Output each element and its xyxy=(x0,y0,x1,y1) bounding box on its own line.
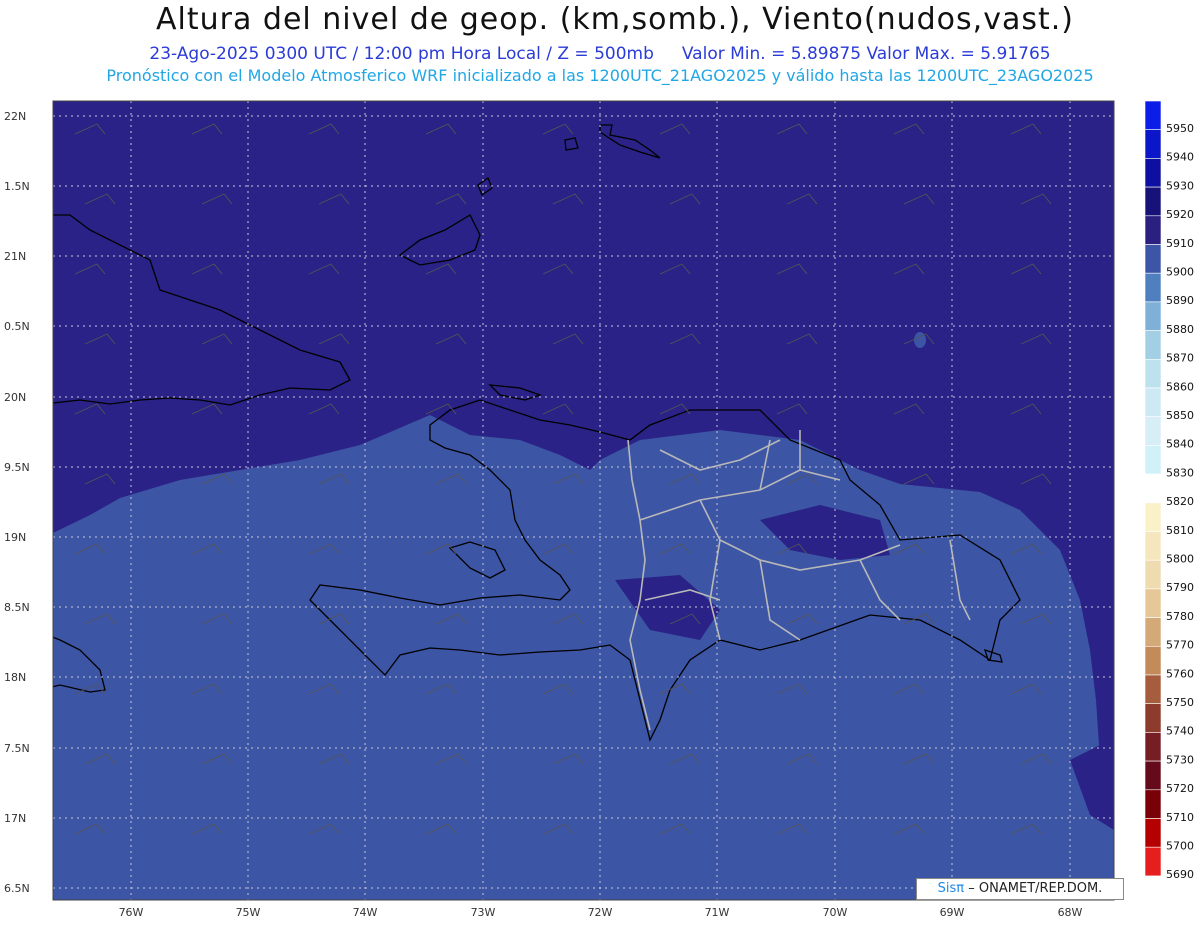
colorbar-swatch xyxy=(1144,760,1162,791)
colorbar-swatch xyxy=(1144,645,1162,676)
lat-label: 22N xyxy=(4,110,26,123)
colorbar-swatch xyxy=(1144,703,1162,733)
colorbar-label: 5750 xyxy=(1166,696,1194,709)
colorbar-swatch xyxy=(1144,473,1162,504)
lat-label: 20N xyxy=(4,391,26,404)
lat-label: 1.5N xyxy=(4,180,30,193)
colorbar-swatch xyxy=(1144,818,1162,848)
colorbar-label: 5800 xyxy=(1166,553,1194,566)
model-line: Pronóstico con el Modelo Atmosferico WRF… xyxy=(106,66,1094,85)
lon-axis: 76W 75W 74W 73W 72W 71W 70W 69W 68W xyxy=(119,906,1083,919)
colorbar-label: 5780 xyxy=(1166,610,1194,623)
colorbar-label: 5710 xyxy=(1166,811,1194,824)
colorbar-swatch xyxy=(1144,531,1162,561)
colorbar-label: 5900 xyxy=(1166,266,1194,279)
lon-label: 68W xyxy=(1058,906,1083,919)
colorbar-swatch xyxy=(1144,416,1162,446)
colorbar-label: 5830 xyxy=(1166,466,1194,479)
colorbar-swatch xyxy=(1144,330,1162,360)
min-max-text: Valor Min. = 5.89875 Valor Max. = 5.9176… xyxy=(681,44,1051,64)
lon-label: 73W xyxy=(471,906,496,919)
colorbar-swatch xyxy=(1144,272,1162,303)
colorbar-label: 5840 xyxy=(1166,438,1194,451)
date-text: 23-Ago-2025 0300 UTC / 12:00 pm Hora Loc… xyxy=(149,44,654,64)
colorbar-swatch xyxy=(1144,358,1162,389)
date-line: 23-Ago-2025 0300 UTC / 12:00 pm Hora Loc… xyxy=(0,44,1200,64)
colorbar-swatch xyxy=(1144,674,1162,705)
lat-label: 6.5N xyxy=(4,882,30,895)
colorbar-label: 5730 xyxy=(1166,753,1194,766)
colorbar-swatch xyxy=(1144,617,1162,647)
lat-label: 17N xyxy=(4,812,26,825)
colorbar-label: 5790 xyxy=(1166,581,1194,594)
colorbar-swatch xyxy=(1144,502,1162,532)
colorbar-label: 5740 xyxy=(1166,725,1194,738)
lat-label: 21N xyxy=(4,250,26,263)
lat-label: 0.5N xyxy=(4,320,30,333)
map-title: Altura del nivel de geop. (km,somb.), Vi… xyxy=(156,2,1074,37)
colorbar-label: 5810 xyxy=(1166,524,1194,537)
colorbar-swatch xyxy=(1144,846,1162,877)
colorbar-label: 5880 xyxy=(1166,323,1194,336)
lon-label: 69W xyxy=(940,906,965,919)
colorbar-label: 5910 xyxy=(1166,237,1194,250)
lon-label: 72W xyxy=(588,906,613,919)
geopotential-field xyxy=(53,101,1114,900)
colorbar-label: 5700 xyxy=(1166,840,1194,853)
colorbar-swatch xyxy=(1144,129,1162,159)
lon-label: 71W xyxy=(705,906,730,919)
colorbar: 5950 5940 5930 5920 5910 5900 5890 5880 5870 5860… xyxy=(1144,100,1194,881)
colorbar-label: 5950 xyxy=(1166,122,1194,135)
credit-text: – ONAMET/REP.DOM. xyxy=(968,881,1103,896)
colorbar-label: 5870 xyxy=(1166,352,1194,365)
colorbar-label: 5820 xyxy=(1166,495,1194,508)
colorbar-label: 5690 xyxy=(1166,868,1194,881)
lat-label: 18N xyxy=(4,671,26,684)
colorbar-label: 5890 xyxy=(1166,294,1194,307)
colorbar-label: 5860 xyxy=(1166,380,1194,393)
lat-label: 8.5N xyxy=(4,601,30,614)
lon-label: 70W xyxy=(823,906,848,919)
lon-label: 76W xyxy=(119,906,144,919)
colorbar-swatch xyxy=(1144,244,1162,274)
colorbar-label: 5930 xyxy=(1166,179,1194,192)
brand-logo: Sisπ xyxy=(937,881,965,896)
credit-box: Sisπ – ONAMET/REP.DOM. xyxy=(916,878,1124,900)
colorbar-swatch xyxy=(1144,387,1162,418)
colorbar-swatch xyxy=(1144,789,1162,819)
colorbar-label: 5760 xyxy=(1166,667,1194,680)
colorbar-swatch xyxy=(1144,559,1162,590)
colorbar-label: 5770 xyxy=(1166,639,1194,652)
colorbar-label: 5850 xyxy=(1166,409,1194,422)
colorbar-swatch xyxy=(1144,301,1162,331)
colorbar-swatch xyxy=(1144,215,1162,245)
colorbar-label: 5920 xyxy=(1166,208,1194,221)
lat-label: 7.5N xyxy=(4,742,30,755)
colorbar-swatch xyxy=(1144,100,1162,131)
lat-label: 19N xyxy=(4,531,26,544)
colorbar-swatch xyxy=(1144,186,1162,217)
lon-label: 75W xyxy=(236,906,261,919)
colorbar-swatch xyxy=(1144,445,1162,475)
colorbar-swatch xyxy=(1144,732,1162,762)
lon-label: 74W xyxy=(353,906,378,919)
map-canvas: 22N 1.5N 21N 0.5N 20N 9.5N 19N 8.5N 18N … xyxy=(4,100,1194,919)
colorbar-label: 5720 xyxy=(1166,782,1194,795)
lat-label: 9.5N xyxy=(4,461,30,474)
colorbar-label: 5940 xyxy=(1166,151,1194,164)
colorbar-swatch xyxy=(1144,158,1162,188)
colorbar-swatch xyxy=(1144,588,1162,618)
lat-axis: 22N 1.5N 21N 0.5N 20N 9.5N 19N 8.5N 18N … xyxy=(4,110,30,895)
